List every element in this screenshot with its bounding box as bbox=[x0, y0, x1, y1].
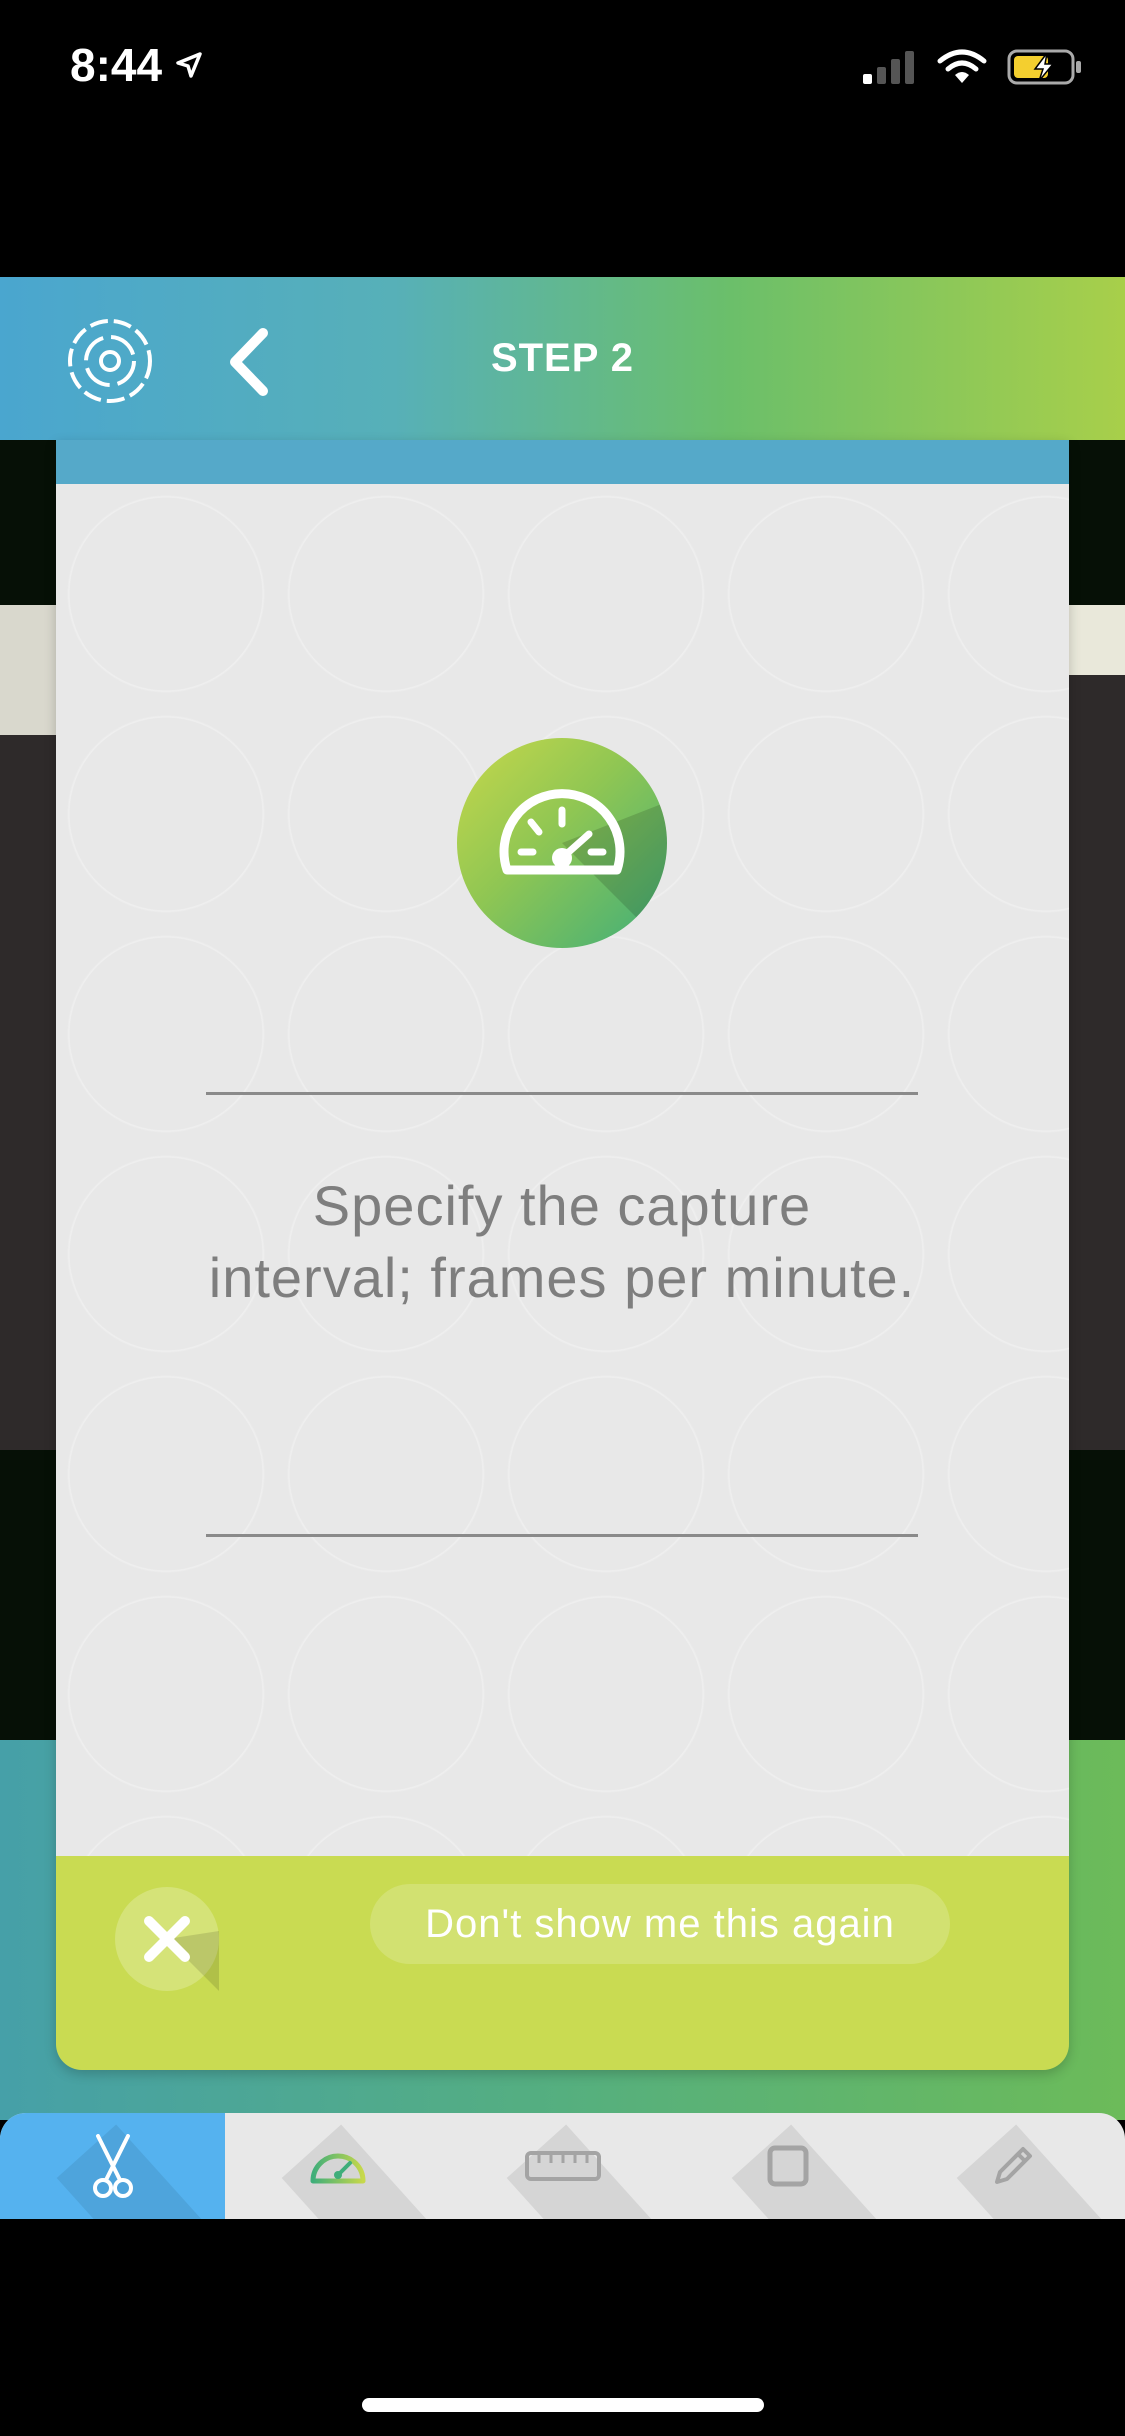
status-bar: 8:44 bbox=[0, 0, 1125, 140]
pencil-icon bbox=[994, 2147, 1032, 2184]
location-arrow-icon bbox=[176, 52, 202, 78]
status-time: 8:44 bbox=[70, 39, 163, 91]
speedometer-icon bbox=[310, 2153, 365, 2184]
status-icons bbox=[861, 48, 1083, 86]
divider-top bbox=[206, 1092, 918, 1095]
ruler-icon bbox=[524, 2151, 601, 2181]
square-icon bbox=[767, 2145, 808, 2187]
home-indicator[interactable] bbox=[362, 2398, 764, 2412]
close-icon bbox=[144, 1916, 245, 2017]
tool-ruler[interactable] bbox=[450, 2113, 675, 2219]
dont-show-again-button[interactable]: Don't show me this again bbox=[370, 1884, 950, 1964]
card-body: Specify the capture interval; frames per… bbox=[56, 484, 1069, 1896]
status-time-group: 8:44 bbox=[70, 38, 204, 92]
card-footer: Don't show me this again bbox=[56, 1856, 1069, 2070]
camera-preview-highlight bbox=[0, 605, 56, 735]
instruction-text: Specify the capture interval; frames per… bbox=[208, 1174, 916, 1309]
cellular-signal-icon bbox=[863, 51, 914, 84]
header-bar: STEP 2 bbox=[0, 277, 1125, 440]
scissors-icon bbox=[92, 2134, 133, 2198]
tool-square[interactable] bbox=[675, 2113, 900, 2219]
camera-preview-highlight-right bbox=[1069, 605, 1125, 675]
tool-scissors[interactable] bbox=[0, 2113, 225, 2219]
divider-bottom bbox=[206, 1534, 918, 1537]
tool-speedometer[interactable] bbox=[225, 2113, 450, 2219]
bottom-toolbar bbox=[0, 2113, 1125, 2219]
battery-charging-icon bbox=[1007, 49, 1081, 85]
speedometer-icon bbox=[499, 789, 667, 948]
page-title: STEP 2 bbox=[490, 336, 635, 380]
speedometer-badge bbox=[457, 738, 667, 948]
wifi-icon bbox=[937, 49, 987, 83]
close-button[interactable] bbox=[115, 1887, 245, 2017]
card-top-strip bbox=[56, 440, 1069, 484]
onboarding-card: Specify the capture interval; frames per… bbox=[56, 440, 1069, 2070]
tool-pencil[interactable] bbox=[900, 2113, 1125, 2219]
